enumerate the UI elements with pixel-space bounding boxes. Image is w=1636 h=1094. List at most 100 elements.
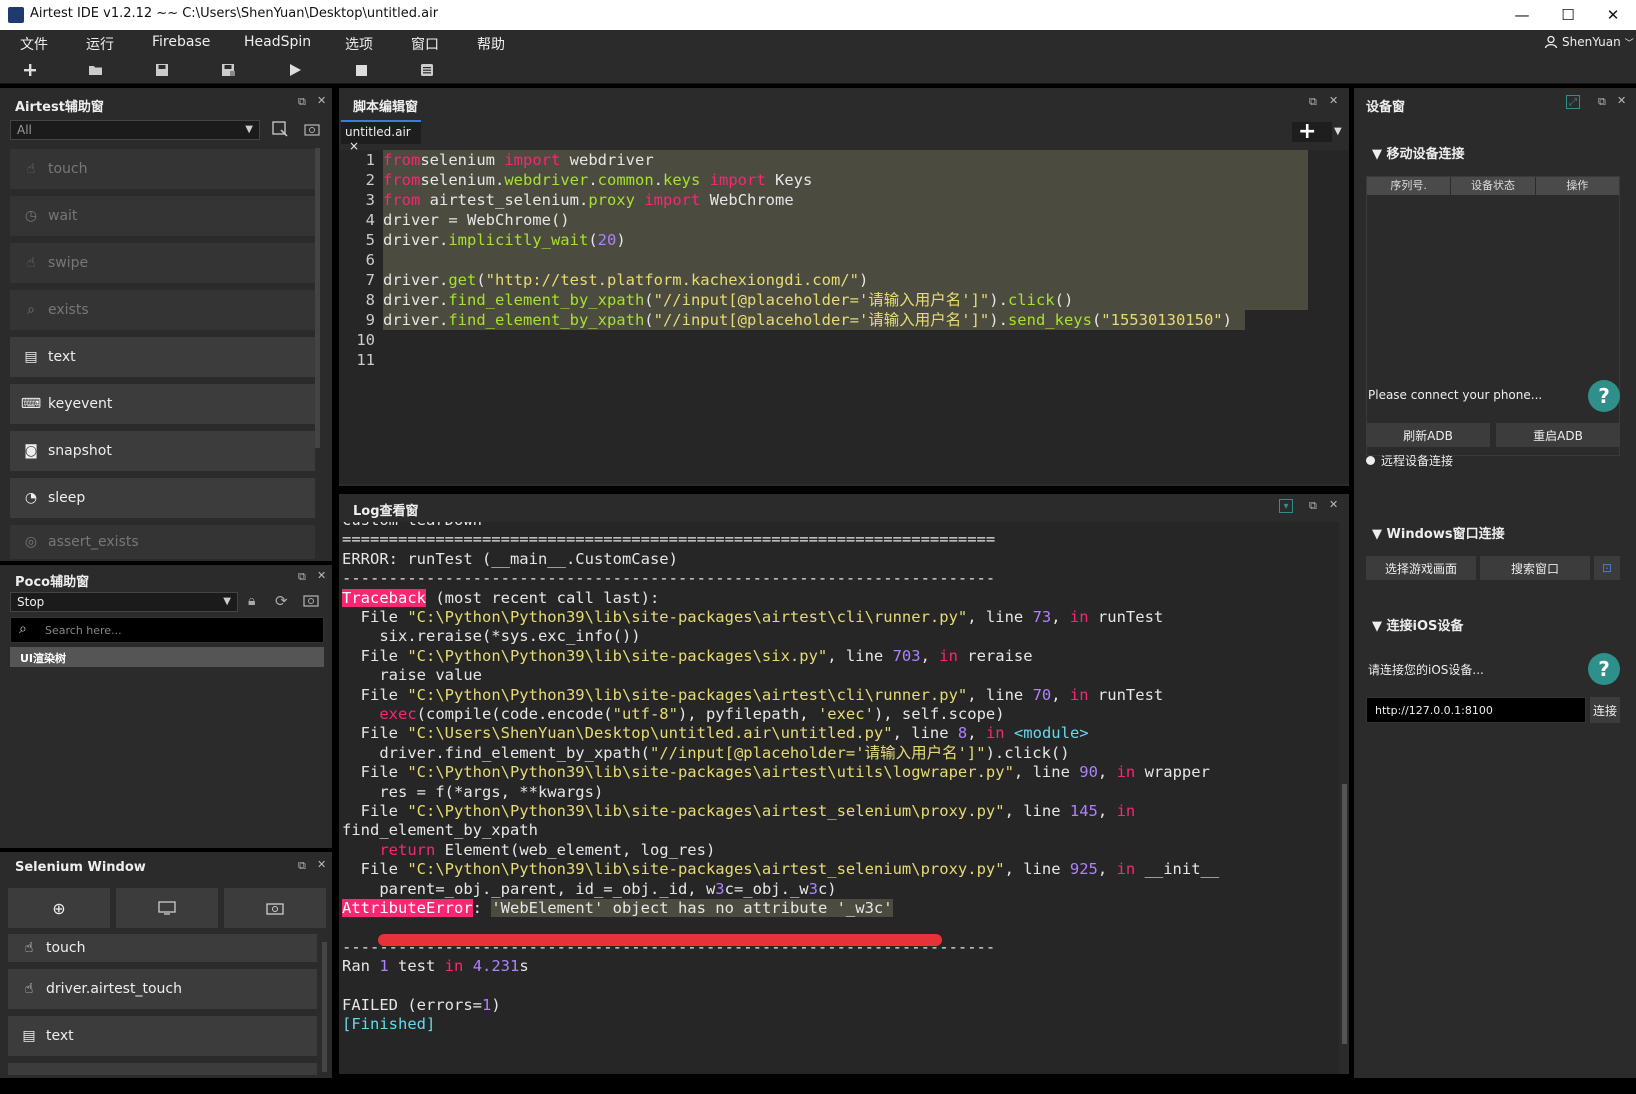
api-item-wait[interactable]: ◷ wait <box>10 196 315 236</box>
window-title-bar[interactable]: Airtest IDE v1.2.12 ~~ C:\Users\ShenYuan… <box>0 0 1636 30</box>
close-panel-icon[interactable]: ✕ <box>317 569 326 582</box>
close-panel-icon[interactable]: ✕ <box>1617 94 1626 107</box>
lock-icon[interactable]: 🔒︎ <box>248 593 255 609</box>
menu-window[interactable]: 窗口 <box>411 34 439 54</box>
code-text: driver = WebChrome() <box>383 211 570 229</box>
bottom-border <box>0 1078 1636 1094</box>
float-panel-icon[interactable]: ⧉ <box>298 570 306 584</box>
menu-file[interactable]: 文件 <box>20 34 48 54</box>
code-line[interactable]: 10 <box>339 330 1339 350</box>
code-line[interactable]: 9 driver.find_element_by_xpath("//input[@… <box>339 310 1339 330</box>
user-menu[interactable]: ShenYuan ﹀ <box>1544 35 1634 49</box>
ios-section-header[interactable]: ▼ 连接iOS设备 <box>1372 615 1463 634</box>
ios-help-button[interactable]: ? <box>1588 653 1620 685</box>
code-line[interactable]: 4 driver = WebChrome() <box>339 210 1339 230</box>
code-line[interactable]: 11 <box>339 350 1339 370</box>
menu-headspin[interactable]: HeadSpin <box>244 34 311 50</box>
code-line[interactable]: 6 <box>339 250 1339 270</box>
float-panel-icon[interactable]: ⧉ <box>1309 499 1317 513</box>
stop-icon[interactable] <box>351 60 371 80</box>
column-status[interactable]: 设备状态 <box>1451 177 1536 195</box>
selenium-item-partial[interactable] <box>8 1063 317 1075</box>
ui-tree-root[interactable]: UI渲染树 <box>10 647 324 667</box>
run-icon[interactable] <box>285 60 305 80</box>
search-icon: ⌕ <box>19 621 27 637</box>
selenium-item-airtest-touch[interactable]: ☝ driver.airtest_touch <box>8 969 317 1009</box>
float-panel-icon[interactable]: ⧉ <box>1598 95 1606 109</box>
select-game-screen-button[interactable]: 选择游戏画面 <box>1366 556 1476 580</box>
ios-connect-button[interactable]: 连接 <box>1590 697 1620 723</box>
code-editor[interactable]: 1 fromselenium import webdriver 2 fromselen… <box>339 150 1349 484</box>
log-icon[interactable] <box>417 60 437 80</box>
menu-options[interactable]: 选项 <box>345 34 373 54</box>
help-button[interactable]: ? <box>1588 380 1620 412</box>
close-panel-icon[interactable]: ✕ <box>1329 498 1338 511</box>
mobile-section-header[interactable]: ▼ 移动设备连接 <box>1372 143 1465 162</box>
selenium-item-touch[interactable]: ☝ touch <box>8 934 317 962</box>
window-picker-icon[interactable]: ⊡ <box>1594 556 1620 580</box>
select-screen-icon[interactable] <box>270 119 290 139</box>
api-item-keyevent[interactable]: ⌨ keyevent <box>10 384 315 424</box>
new-icon[interactable] <box>20 60 40 80</box>
airtest-scrollbar[interactable] <box>315 148 320 448</box>
record-icon[interactable] <box>302 119 322 139</box>
column-serial[interactable]: 序列号. <box>1367 177 1452 195</box>
api-item-exists[interactable]: ⌕ exists <box>10 290 315 330</box>
ios-url-input[interactable]: http://127.0.0.1:8100 <box>1366 697 1586 723</box>
search-window-button[interactable]: 搜索窗口 <box>1480 556 1590 580</box>
minimize-button[interactable]: — <box>1499 0 1545 30</box>
poco-search-field[interactable]: ⌕ Search here... <box>10 617 324 643</box>
record-icon[interactable] <box>303 593 319 611</box>
api-item-text[interactable]: ▤ text <box>10 337 315 377</box>
code-line[interactable]: 3 from airtest_selenium.proxy import WebC… <box>339 190 1339 210</box>
float-panel-icon[interactable]: ⧉ <box>298 859 306 873</box>
close-panel-icon[interactable]: ✕ <box>317 94 326 107</box>
code-line[interactable]: 7 driver.get("http://test.platform.kachex… <box>339 270 1339 290</box>
close-panel-icon[interactable]: ✕ <box>1329 94 1338 107</box>
close-panel-icon[interactable]: ✕ <box>317 858 326 871</box>
chevron-down-icon[interactable]: ▼ <box>1334 126 1342 137</box>
code-line[interactable]: 2 fromselenium.webdriver.common.keys impo… <box>339 170 1339 190</box>
menu-help[interactable]: 帮助 <box>477 34 505 54</box>
selenium-browser-button[interactable]: ⊕ <box>8 888 110 928</box>
code-line[interactable]: 1 fromselenium import webdriver <box>339 150 1339 170</box>
code-line[interactable]: 8 driver.find_element_by_xpath("//input[@… <box>339 290 1339 310</box>
add-tab-button[interactable]: + <box>1292 121 1332 143</box>
menu-run[interactable]: 运行 <box>86 34 114 54</box>
refresh-adb-button[interactable]: 刷新ADB <box>1366 423 1490 447</box>
selenium-item-text[interactable]: ▤ text <box>8 1016 317 1056</box>
selenium-screen-button[interactable] <box>116 888 218 928</box>
code-line[interactable]: 5 driver.implicitly_wait(20) <box>339 230 1339 250</box>
refresh-icon[interactable]: ⟳ <box>275 592 288 610</box>
expand-icon[interactable]: ⤢ <box>1566 95 1580 109</box>
api-filter-select[interactable]: All ▼ <box>10 120 260 140</box>
api-item-touch[interactable]: ☝ touch <box>10 149 315 189</box>
float-panel-icon[interactable]: ⧉ <box>298 95 306 109</box>
poco-mode-select[interactable]: Stop ▼ <box>10 592 238 612</box>
restart-adb-button[interactable]: 重启ADB <box>1496 423 1620 447</box>
selenium-scrollbar[interactable] <box>322 942 327 1072</box>
ios-section-label: 连接iOS设备 <box>1386 619 1464 634</box>
api-item-assert-exists[interactable]: ◎ assert_exists <box>10 525 315 559</box>
app-logo-icon <box>8 7 24 23</box>
column-actions[interactable]: 操作 <box>1535 177 1619 195</box>
api-item-sleep[interactable]: ◔ sleep <box>10 478 315 518</box>
poco-search-placeholder: Search here... <box>45 624 122 637</box>
tab-untitled[interactable]: untitled.air × <box>341 120 421 153</box>
log-line: return Element(web_element, log_res) <box>379 840 716 859</box>
api-item-swipe[interactable]: ☝ swipe <box>10 243 315 283</box>
remote-connect-option[interactable]: 远程设备连接 <box>1366 452 1453 469</box>
api-item-snapshot[interactable]: ◙ snapshot <box>10 431 315 471</box>
save-as-icon[interactable] <box>218 60 238 80</box>
close-window-button[interactable]: ✕ <box>1590 0 1636 30</box>
selenium-record-button[interactable] <box>224 888 326 928</box>
maximize-button[interactable]: ☐ <box>1545 0 1591 30</box>
windows-section-header[interactable]: ▼ Windows窗口连接 <box>1372 523 1505 542</box>
menu-firebase[interactable]: Firebase <box>152 34 210 50</box>
open-folder-icon[interactable] <box>86 60 106 80</box>
float-panel-icon[interactable]: ⧉ <box>1309 95 1317 109</box>
save-icon[interactable] <box>152 60 172 80</box>
hand-icon: ☝ <box>24 940 34 956</box>
log-scrollbar[interactable] <box>1342 784 1347 1044</box>
filter-icon[interactable]: ▾ <box>1279 499 1293 513</box>
